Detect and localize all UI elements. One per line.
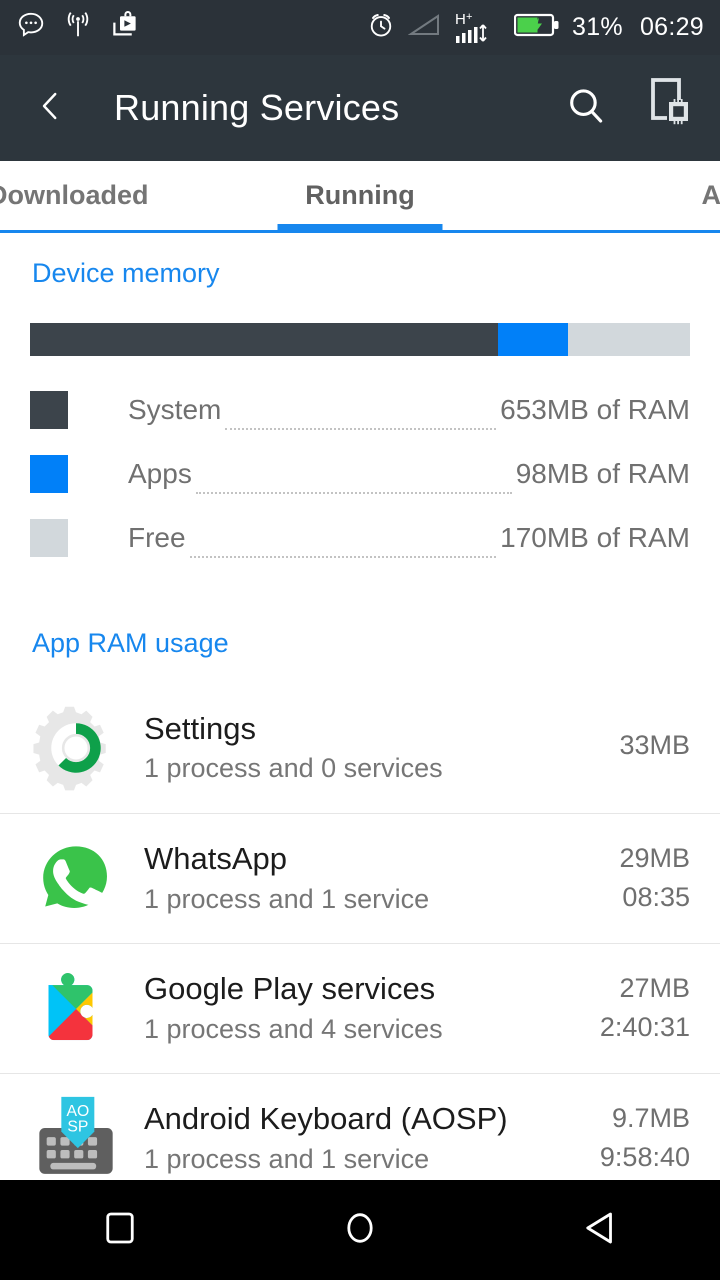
legend-value-apps: 98MB of RAM bbox=[515, 458, 690, 489]
chevron-left-icon bbox=[32, 88, 68, 129]
svg-text:AO: AO bbox=[66, 1103, 89, 1120]
app-meta-block: 33MB bbox=[619, 729, 690, 767]
svg-text:+: + bbox=[466, 11, 472, 23]
hplus-data-icon: H + bbox=[454, 11, 502, 45]
android-keyboard-aosp-icon: AO SP bbox=[30, 1093, 122, 1185]
legend-leader-apps bbox=[195, 492, 512, 494]
alarm-clock-icon bbox=[366, 10, 396, 45]
system-navigation-bar bbox=[0, 1180, 720, 1280]
svg-text:H: H bbox=[455, 11, 466, 28]
app-runtime: 08:35 bbox=[622, 881, 690, 912]
tab-running[interactable]: Running bbox=[240, 161, 480, 230]
svg-text:SP: SP bbox=[67, 1118, 88, 1135]
app-meta-block: 27MB 2:40:31 bbox=[600, 972, 690, 1045]
app-subtitle: 1 process and 1 service bbox=[144, 883, 430, 914]
settings-gear-icon bbox=[30, 702, 122, 794]
app-ram-usage-list: Settings 1 process and 0 services 33MB W… bbox=[0, 683, 720, 1203]
memory-segment-system bbox=[30, 323, 498, 356]
app-text-block: Android Keyboard (AOSP) 1 process and 1 … bbox=[144, 1100, 508, 1177]
app-text-block: Settings 1 process and 0 services bbox=[144, 710, 443, 787]
recents-square-icon bbox=[99, 1207, 141, 1254]
memory-legend: System 653MB of RAM Apps 98MB of RAM Fre… bbox=[0, 378, 720, 570]
table-row[interactable]: WhatsApp 1 process and 1 service 29MB 08… bbox=[0, 813, 720, 943]
app-subtitle: 1 process and 1 service bbox=[144, 1143, 430, 1174]
wifi-signal-icon bbox=[63, 10, 93, 45]
legend-row-free: Free 170MB of RAM bbox=[0, 506, 720, 570]
memory-segment-free bbox=[567, 323, 690, 356]
app-meta-block: 9.7MB 9:58:40 bbox=[600, 1102, 690, 1175]
app-memory-size: 33MB bbox=[619, 730, 690, 761]
battery-percent-label: 31% bbox=[572, 13, 623, 41]
table-row[interactable]: Google Play services 1 process and 4 ser… bbox=[0, 943, 720, 1073]
app-text-block: WhatsApp 1 process and 1 service bbox=[144, 840, 429, 917]
app-memory-size: 29MB bbox=[619, 843, 690, 874]
device-memory-title: Device memory bbox=[32, 258, 220, 288]
status-bar-right-icons: H + 31% 06:29 bbox=[366, 10, 704, 45]
search-icon[interactable] bbox=[564, 84, 608, 133]
app-subtitle: 1 process and 4 services bbox=[144, 1013, 443, 1044]
table-row[interactable]: Settings 1 process and 0 services 33MB bbox=[0, 683, 720, 813]
status-bar-clock: 06:29 bbox=[639, 13, 704, 41]
back-nav-button[interactable] bbox=[540, 1180, 660, 1280]
app-name: Google Play services bbox=[144, 971, 436, 1007]
app-name: WhatsApp bbox=[144, 841, 288, 877]
legend-leader-system bbox=[225, 428, 497, 430]
whatsapp-icon bbox=[30, 833, 122, 925]
app-text-block: Google Play services 1 process and 4 ser… bbox=[144, 970, 443, 1047]
back-button[interactable] bbox=[26, 84, 74, 132]
tab-running-label: Running bbox=[305, 180, 415, 210]
legend-row-system: System 653MB of RAM bbox=[0, 378, 720, 442]
tab-bar: Downloaded Running All bbox=[0, 161, 720, 233]
legend-label-free: Free bbox=[128, 522, 186, 553]
legend-label-system: System bbox=[128, 394, 222, 425]
google-play-services-icon bbox=[30, 963, 122, 1055]
status-bar: H + 31% 06:29 bbox=[0, 0, 720, 55]
android-screen: H + 31% 06:29 Running Services Downloade… bbox=[0, 0, 720, 1280]
app-memory-size: 9.7MB bbox=[611, 1103, 690, 1134]
legend-swatch-system bbox=[30, 391, 68, 429]
tab-all[interactable]: All bbox=[480, 161, 720, 230]
recents-button[interactable] bbox=[60, 1180, 180, 1280]
signal-triangle-icon bbox=[407, 11, 442, 44]
app-name: Settings bbox=[144, 710, 257, 746]
legend-swatch-free bbox=[30, 519, 68, 557]
play-store-download-icon bbox=[110, 10, 140, 45]
app-bar-actions bbox=[564, 77, 694, 140]
app-bar: Running Services bbox=[0, 55, 720, 161]
legend-label-apps: Apps bbox=[128, 458, 192, 489]
page-title: Running Services bbox=[114, 87, 400, 128]
home-circle-icon bbox=[339, 1207, 381, 1254]
app-runtime: 9:58:40 bbox=[599, 1141, 690, 1172]
legend-value-free: 170MB of RAM bbox=[500, 522, 690, 553]
back-triangle-icon bbox=[579, 1207, 621, 1254]
legend-value-system: 653MB of RAM bbox=[500, 394, 690, 425]
app-meta-block: 29MB 08:35 bbox=[619, 842, 690, 915]
tab-downloaded-label: Downloaded bbox=[0, 180, 149, 210]
chat-bubble-icon bbox=[16, 10, 46, 45]
legend-leader-free bbox=[189, 556, 497, 558]
legend-swatch-apps bbox=[30, 455, 68, 493]
battery-charging-icon bbox=[513, 12, 560, 43]
content-scroll-area[interactable]: Device memory System 653MB of RAM Apps 9… bbox=[0, 236, 720, 1180]
app-ram-usage-title: App RAM usage bbox=[32, 628, 229, 658]
memory-segment-apps bbox=[497, 323, 568, 356]
app-name: Android Keyboard (AOSP) bbox=[144, 1101, 508, 1137]
app-memory-size: 27MB bbox=[619, 973, 690, 1004]
legend-row-apps: Apps 98MB of RAM bbox=[0, 442, 720, 506]
device-cpu-icon[interactable] bbox=[646, 77, 694, 140]
device-memory-bar bbox=[30, 323, 690, 356]
app-runtime: 2:40:31 bbox=[599, 1011, 690, 1042]
home-button[interactable] bbox=[300, 1180, 420, 1280]
tab-all-label: All bbox=[701, 180, 720, 210]
status-bar-left-icons bbox=[16, 10, 140, 45]
tab-downloaded[interactable]: Downloaded bbox=[0, 161, 240, 230]
app-subtitle: 1 process and 0 services bbox=[144, 753, 443, 784]
